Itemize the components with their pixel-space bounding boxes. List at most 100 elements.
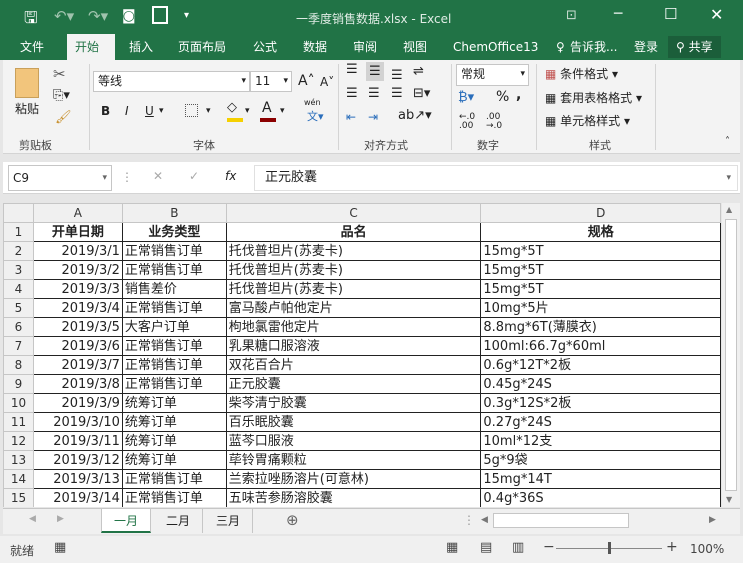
borders-icon[interactable]	[185, 104, 198, 117]
cell-a14[interactable]: 2019/3/13	[32, 469, 123, 489]
cell-a15[interactable]: 2019/3/14	[32, 488, 123, 507]
undo-icon[interactable]: ↶▾	[54, 7, 74, 25]
number-format-dropdown[interactable]: 常规 ▾	[456, 64, 529, 86]
cell-c14[interactable]: 兰索拉唑肠溶片(可意林)	[225, 469, 482, 489]
vertical-scrollbar[interactable]: ▲ ▼	[722, 203, 740, 507]
ribbon-display-icon[interactable]: ⊡	[566, 8, 577, 23]
cell-b3[interactable]: 正常销售订单	[121, 260, 227, 280]
align-top-icon[interactable]: ☰	[346, 62, 358, 77]
row-header[interactable]: 11	[3, 412, 34, 432]
cell-a3[interactable]: 2019/3/2	[32, 260, 123, 280]
cell-d8[interactable]: 0.6g*12T*2板	[480, 355, 721, 375]
decrease-indent-icon[interactable]: ⇤	[346, 110, 356, 124]
name-box[interactable]: C9 ▾	[8, 165, 112, 191]
minimize-button[interactable]: ─	[614, 6, 622, 22]
scroll-left-icon[interactable]: ◀	[481, 515, 488, 525]
wrap-text-icon[interactable]: ⇌	[413, 64, 424, 79]
cell-b5[interactable]: 正常销售订单	[121, 298, 227, 318]
cell-d15[interactable]: 0.4g*36S	[480, 488, 721, 507]
increase-font-icon[interactable]: A˄	[298, 73, 315, 89]
increase-decimal-icon[interactable]: ←.0.00	[459, 113, 475, 131]
cell-d7[interactable]: 100ml:66.7g*60ml	[480, 336, 721, 356]
font-name-dropdown[interactable]: 等线 ▾	[93, 71, 250, 92]
row-header[interactable]: 4	[3, 279, 34, 299]
collapse-ribbon-icon[interactable]: ˄	[725, 136, 730, 147]
font-color-dropdown-icon[interactable]: ▾	[280, 106, 285, 116]
row-header[interactable]: 2	[3, 241, 34, 261]
cancel-icon[interactable]: ✕	[153, 169, 163, 183]
cell-a10[interactable]: 2019/3/9	[32, 393, 123, 413]
row-header[interactable]: 3	[3, 260, 34, 280]
cell-c6[interactable]: 枸地氯雷他定片	[225, 317, 482, 337]
cell-d13[interactable]: 5g*9袋	[480, 450, 721, 470]
cell-b7[interactable]: 正常销售订单	[121, 336, 227, 356]
copy-icon[interactable]: ⎘▾	[53, 88, 70, 103]
cell-c10[interactable]: 柴芩清宁胶囊	[225, 393, 482, 413]
cell-d2[interactable]: 15mg*5T	[480, 241, 721, 261]
zoom-out-button[interactable]: −	[543, 539, 555, 555]
camera-icon[interactable]: ◙	[122, 8, 136, 24]
conditional-format-button[interactable]: ▦ 条件格式 ▾	[545, 65, 618, 82]
next-sheet-icon[interactable]: ▶	[57, 514, 64, 524]
row-header[interactable]: 13	[3, 450, 34, 470]
save-icon[interactable]: 🖫	[24, 7, 38, 34]
close-button[interactable]: ✕	[710, 5, 723, 24]
maximize-button[interactable]: ☐	[664, 5, 677, 23]
sheet-tab-jan[interactable]: 一月	[101, 509, 152, 533]
cell-c11[interactable]: 百乐眠胶囊	[225, 412, 482, 432]
vertical-scroll-thumb[interactable]	[725, 219, 737, 491]
comma-button[interactable]: ,	[516, 87, 521, 103]
scroll-down-icon[interactable]: ▼	[726, 495, 732, 504]
align-bottom-icon[interactable]: ☰	[391, 68, 403, 83]
new-sheet-icon[interactable]: ⊕	[286, 511, 299, 529]
row-header[interactable]: 8	[3, 355, 34, 375]
cell-a4[interactable]: 2019/3/3	[32, 279, 123, 299]
tab-home[interactable]: 开始	[67, 34, 115, 60]
cell-a9[interactable]: 2019/3/8	[32, 374, 123, 394]
touch-mode-icon[interactable]	[152, 6, 168, 24]
increase-indent-icon[interactable]: ⇥	[368, 110, 378, 124]
cell-b1[interactable]: 业务类型	[121, 222, 227, 242]
sheet-tab-mar[interactable]: 三月	[204, 509, 254, 533]
cell-c9[interactable]: 正元胶囊	[225, 374, 482, 394]
tell-me-box[interactable]: 告诉我...	[566, 34, 625, 60]
cell-a5[interactable]: 2019/3/4	[32, 298, 123, 318]
cell-c3[interactable]: 托伐普坦片(苏麦卡)	[225, 260, 482, 280]
formula-input[interactable]: 正元胶囊 ▾	[254, 165, 738, 191]
zoom-in-button[interactable]: +	[666, 539, 678, 555]
insert-function-button[interactable]: fx	[225, 169, 236, 183]
macro-record-icon[interactable]: ▦	[54, 540, 66, 555]
cell-d5[interactable]: 10mg*5片	[480, 298, 721, 318]
page-layout-view-icon[interactable]: ▤	[480, 540, 492, 555]
cell-d10[interactable]: 0.3g*12S*2板	[480, 393, 721, 413]
tab-insert[interactable]: 插入	[121, 34, 161, 60]
cell-c4[interactable]: 托伐普坦片(苏麦卡)	[225, 279, 482, 299]
cell-c13[interactable]: 荜铃胃痛颗粒	[225, 450, 482, 470]
select-all-corner[interactable]	[3, 203, 34, 223]
tab-view[interactable]: 视图	[395, 34, 435, 60]
cell-b8[interactable]: 正常销售订单	[121, 355, 227, 375]
cell-a2[interactable]: 2019/3/1	[32, 241, 123, 261]
sign-in-link[interactable]: 登录	[626, 34, 666, 60]
cell-d4[interactable]: 15mg*5T	[480, 279, 721, 299]
cell-b6[interactable]: 大客户订单	[121, 317, 227, 337]
cell-c7[interactable]: 乳果糖口服溶液	[225, 336, 482, 356]
cell-a12[interactable]: 2019/3/11	[32, 431, 123, 451]
normal-view-icon[interactable]: ▦	[446, 540, 458, 555]
row-header[interactable]: 5	[3, 298, 34, 318]
cell-c2[interactable]: 托伐普坦片(苏麦卡)	[225, 241, 482, 261]
row-header[interactable]: 6	[3, 317, 34, 337]
fill-color-dropdown-icon[interactable]: ▾	[245, 106, 250, 116]
enter-icon[interactable]: ✓	[189, 169, 199, 183]
page-break-view-icon[interactable]: ▥	[512, 540, 524, 555]
tab-chemoffice[interactable]: ChemOffice13	[445, 34, 546, 60]
align-center-icon[interactable]: ☰	[368, 86, 380, 101]
column-header-b[interactable]: B	[121, 203, 227, 223]
cell-a8[interactable]: 2019/3/7	[32, 355, 123, 375]
row-header[interactable]: 10	[3, 393, 34, 413]
fill-color-icon[interactable]: ◇	[227, 100, 237, 115]
cell-b11[interactable]: 统筹订单	[121, 412, 227, 432]
cell-b13[interactable]: 统筹订单	[121, 450, 227, 470]
tab-formulas[interactable]: 公式	[245, 34, 285, 60]
cell-b12[interactable]: 统筹订单	[121, 431, 227, 451]
